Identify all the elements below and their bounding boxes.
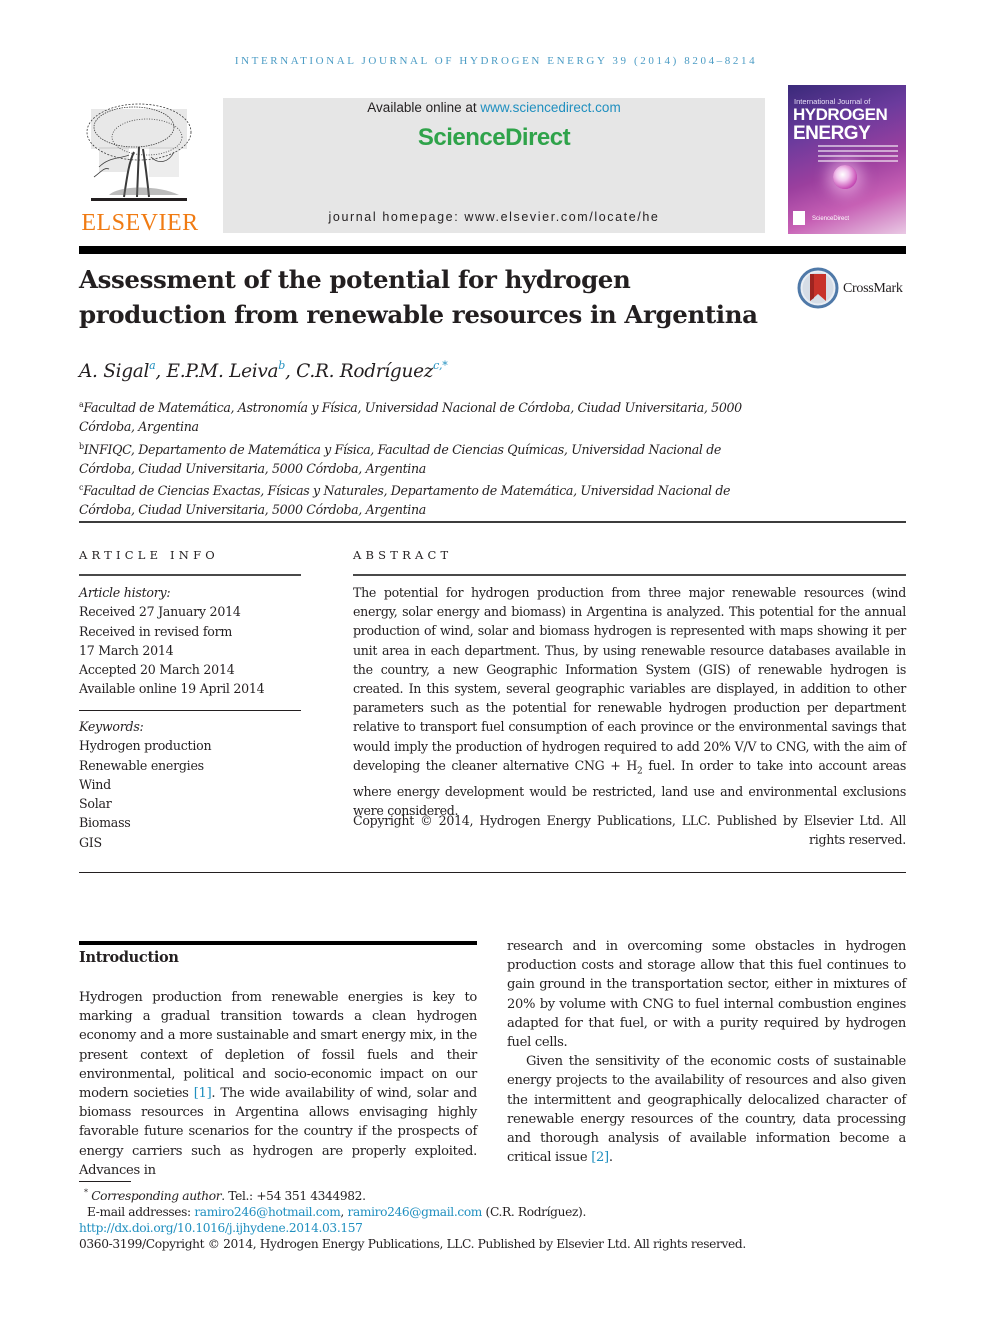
affiliation-text: Facultad de Matemática, Astronomía y Fís… [79, 400, 742, 435]
masthead-divider [79, 246, 906, 254]
paragraph-text: Hydrogen production from renewable energ… [79, 990, 477, 1102]
doi-line: http://dx.doi.org/10.1016/j.ijhydene.201… [79, 1220, 906, 1236]
reference-link[interactable]: [1] [194, 1086, 212, 1101]
footnote-divider [79, 1181, 131, 1182]
cover-publisher-badge [793, 211, 805, 225]
keyword: Wind [79, 776, 111, 792]
history-entry: Available online 19 April 2014 [79, 681, 265, 697]
author-name[interactable]: C.R. Rodríguez [296, 361, 433, 382]
history-entry: Received 27 January 2014 [79, 604, 241, 620]
author-separator: , [285, 361, 297, 382]
paragraph: research and in overcoming some obstacle… [507, 939, 906, 1051]
keyword: Solar [79, 796, 112, 812]
keyword: GIS [79, 834, 102, 850]
sciencedirect-link[interactable]: www.sciencedirect.com [480, 100, 620, 115]
article-info-heading: ARTICLE INFO [79, 548, 219, 562]
article-info-divider [79, 574, 301, 576]
sciencedirect-logo[interactable]: ScienceDirect [223, 124, 765, 152]
cover-editor-lines [818, 145, 898, 165]
affiliation-text: INFIQC, Departamento de Matemática y Fís… [79, 441, 722, 476]
crossmark-icon [797, 267, 839, 309]
author-affil-mark[interactable]: b [278, 359, 285, 372]
abstract-text: The potential for hydrogen production fr… [353, 583, 906, 820]
journal-cover-image[interactable]: International Journal of HYDROGEN ENERGY… [788, 85, 906, 234]
abstract-copyright: Copyright © 2014, Hydrogen Energy Public… [353, 813, 906, 848]
affiliation: bINFIQC, Departamento de Matemática y Fí… [79, 437, 779, 479]
abstract-text-part1: The potential for hydrogen production fr… [353, 585, 906, 773]
article-history: Article history: Received 27 January 201… [79, 583, 301, 699]
keywords-divider [79, 710, 301, 711]
cover-sciencedirect-footer: ScienceDirect [812, 216, 850, 222]
history-entry: Received in revised form [79, 623, 233, 639]
paragraph-text: Given the sensitivity of the economic co… [507, 1054, 906, 1166]
abstract-end-divider [79, 872, 906, 873]
footnote-star: * [84, 1188, 88, 1197]
article-history-label: Article history: [79, 585, 171, 600]
available-online-label: Available online at [367, 100, 481, 115]
history-entry: Accepted 20 March 2014 [79, 662, 235, 678]
phone-text: . Tel.: +54 351 4344982. [221, 1189, 366, 1204]
journal-homepage-link[interactable]: journal homepage: www.elsevier.com/locat… [223, 210, 765, 224]
affiliations-divider [79, 521, 906, 523]
reference-link[interactable]: [2] [591, 1150, 609, 1165]
abstract-heading: ABSTRACT [353, 548, 453, 562]
author-name[interactable]: E.P.M. Leiva [167, 361, 279, 382]
keywords: Keywords: Hydrogen production Renewable … [79, 717, 301, 852]
author-name[interactable]: A. Sigal [79, 361, 149, 382]
email-link[interactable]: ramiro246@hotmail.com [194, 1205, 340, 1219]
paragraph-text: . [608, 1150, 613, 1166]
email-note: E-mail addresses: ramiro246@hotmail.com,… [79, 1204, 906, 1220]
introduction-heading: Introduction [79, 949, 179, 966]
introduction-column-1: Hydrogen production from renewable energ… [79, 988, 477, 1180]
cover-orb-graphic [833, 165, 857, 189]
running-header: International Journal of Hydrogen Energy… [234, 55, 758, 67]
author-list: A. Sigala, E.P.M. Leivab, C.R. Rodríguez… [79, 359, 448, 382]
introduction-column-2: research and in overcoming some obstacle… [507, 937, 906, 1167]
author-separator: , [155, 361, 167, 382]
sciencedirect-banner: Available online at www.sciencedirect.co… [223, 98, 765, 233]
paragraph: Given the sensitivity of the economic co… [507, 1052, 906, 1167]
introduction-rule [79, 941, 477, 945]
keyword: Hydrogen production [79, 738, 212, 754]
affiliation: cFacultad de Ciencias Exactas, Físicas y… [79, 478, 779, 520]
email-owner: (C.R. Rodríguez). [482, 1205, 587, 1220]
corresponding-author-label: Corresponding author [91, 1189, 222, 1204]
affiliation-text: Facultad de Ciencias Exactas, Físicas y … [79, 483, 731, 518]
issn-copyright: 0360-3199/Copyright © 2014, Hydrogen Ene… [79, 1237, 746, 1252]
keywords-label: Keywords: [79, 719, 144, 734]
elsevier-wordmark: ELSEVIER [81, 210, 199, 236]
author-affil-mark[interactable]: c,* [433, 359, 448, 372]
available-online-text: Available online at www.sciencedirect.co… [223, 100, 765, 115]
email-link[interactable]: ramiro246@gmail.com [347, 1205, 482, 1219]
tree-icon [86, 103, 192, 201]
affiliations: aFacultad de Matemática, Astronomía y Fí… [79, 395, 779, 520]
footnotes: * Corresponding author. Tel.: +54 351 43… [79, 1185, 906, 1252]
email-label: E-mail addresses: [87, 1205, 195, 1220]
article-title: Assessment of the potential for hydrogen… [79, 265, 758, 329]
doi-link[interactable]: http://dx.doi.org/10.1016/j.ijhydene.201… [79, 1221, 363, 1235]
affiliation: aFacultad de Matemática, Astronomía y Fí… [79, 395, 779, 437]
history-entry: 17 March 2014 [79, 642, 174, 658]
keyword: Biomass [79, 815, 131, 831]
cover-title-energy: ENERGY [793, 123, 871, 144]
keyword: Renewable energies [79, 757, 204, 773]
corresponding-author-note: * Corresponding author. Tel.: +54 351 43… [79, 1185, 906, 1204]
abstract-divider [353, 574, 906, 576]
crossmark-label: CrossMark [843, 281, 903, 296]
cover-title-hydrogen: HYDROGEN [793, 105, 888, 124]
